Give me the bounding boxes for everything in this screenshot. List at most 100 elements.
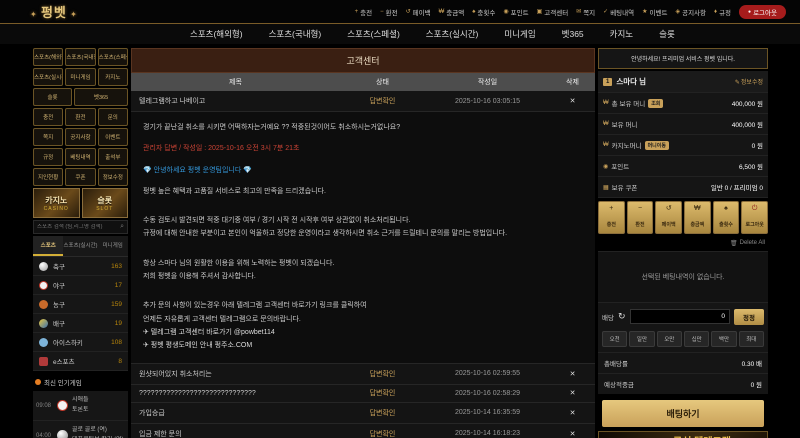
site-logo[interactable]: 펑벳 bbox=[30, 2, 78, 21]
topbar-link-charge-count[interactable]: ♠충횟수 bbox=[472, 7, 495, 17]
delete-icon[interactable]: ✕ bbox=[550, 389, 595, 397]
refresh-icon[interactable]: ↻ bbox=[618, 311, 626, 322]
inquiry-title[interactable]: ?????????????????????????????? bbox=[131, 385, 340, 402]
side-btn-sports-domestic[interactable]: 스포츠(국내형) bbox=[65, 48, 95, 66]
nav-sports-special[interactable]: 스포츠(스페셜) bbox=[347, 28, 400, 40]
topbar-link-points[interactable]: ◉포인트 bbox=[503, 7, 528, 17]
tab-sports[interactable]: 스포츠 bbox=[33, 236, 63, 256]
amount-5000-button[interactable]: 오천 bbox=[602, 331, 627, 347]
side-btn-bet365[interactable]: 벳365 bbox=[74, 88, 128, 106]
lookup-badge[interactable]: 조회 bbox=[648, 99, 663, 108]
side-btn-bet-history[interactable]: 베팅내역 bbox=[65, 148, 95, 166]
side-btn-inquiry[interactable]: 문의 bbox=[98, 108, 128, 126]
topbar-link-withdraw[interactable]: −환전 bbox=[380, 7, 397, 17]
nav-sports-live[interactable]: 스포츠(실시간) bbox=[426, 28, 479, 40]
side-btn-sports-overseas[interactable]: 스포츠(해외형) bbox=[33, 48, 63, 66]
logout-button[interactable]: 로그아웃 bbox=[739, 5, 786, 19]
deposit-button[interactable]: +충전 bbox=[598, 201, 625, 234]
amount-10000-button[interactable]: 일만 bbox=[629, 331, 654, 347]
amount-max-button[interactable]: 최대 bbox=[739, 331, 764, 347]
withdraw-count-button[interactable]: ♠출횟수 bbox=[713, 201, 740, 234]
amount-reset-button[interactable]: 정정 bbox=[734, 309, 764, 325]
amount-100000-button[interactable]: 십만 bbox=[684, 331, 709, 347]
side-btn-slot[interactable]: 슬롯 bbox=[33, 88, 72, 106]
nav-sports-domestic[interactable]: 스포츠(국내형) bbox=[269, 28, 322, 40]
money-value: 6,500 원 bbox=[739, 161, 763, 171]
sport-item-icehockey[interactable]: 아이스하키 108 bbox=[33, 333, 128, 352]
side-btn-notices[interactable]: 공지사항 bbox=[65, 128, 95, 146]
match-item[interactable]: 04:00 콜로 콜로 (여) 데포르티보 칼리 (여) bbox=[33, 421, 128, 438]
nav-bet365[interactable]: 벳365 bbox=[562, 28, 584, 40]
side-btn-sports-live[interactable]: 스포츠(실시간) bbox=[33, 68, 63, 86]
side-btn-events[interactable]: 이벤트 bbox=[98, 128, 128, 146]
topbar-link-deposit[interactable]: +충전 bbox=[355, 7, 372, 17]
delete-icon[interactable]: ✕ bbox=[550, 409, 595, 417]
tab-sports-live[interactable]: 스포츠(실시간) bbox=[63, 236, 97, 256]
bet-amount-input[interactable] bbox=[630, 309, 731, 324]
side-btn-casino[interactable]: 카지노 bbox=[98, 68, 128, 86]
banner-title: 공식 텔레그램 bbox=[643, 433, 761, 438]
side-btn-coupons[interactable]: 쿠폰 bbox=[65, 168, 95, 186]
inquiry-title[interactable]: 가입승급 bbox=[131, 403, 340, 423]
side-btn-attendance[interactable]: 출석부 bbox=[98, 148, 128, 166]
side-btn-minigame[interactable]: 미니게임 bbox=[65, 68, 95, 86]
amount-50000-button[interactable]: 오만 bbox=[657, 331, 682, 347]
sport-name: 아이스하키 bbox=[53, 337, 111, 347]
place-bet-button[interactable]: 배팅하기 bbox=[602, 400, 764, 427]
telegram-link[interactable]: ✈ 텔레그램 고객센터 바로가기 @powbet114 bbox=[143, 326, 583, 339]
withdraw-button[interactable]: −환전 bbox=[627, 201, 654, 234]
sports-search-input[interactable] bbox=[37, 224, 120, 230]
charge-amount-button[interactable]: ₩충금액 bbox=[684, 201, 711, 234]
delete-icon[interactable]: ✕ bbox=[550, 370, 595, 378]
topbar-label: 환전 bbox=[386, 7, 398, 17]
nav-sports-overseas[interactable]: 스포츠(해외형) bbox=[190, 28, 243, 40]
amount-1000000-button[interactable]: 백만 bbox=[711, 331, 736, 347]
side-btn-deposit[interactable]: 충전 bbox=[33, 108, 63, 126]
side-btn-referrals[interactable]: 지인현황 bbox=[33, 168, 63, 186]
delete-icon[interactable]: ✕ bbox=[550, 97, 595, 105]
payback-button[interactable]: ↺페이백 bbox=[655, 201, 682, 234]
inquiry-title[interactable]: 텔레그램하고 나베이고 bbox=[131, 91, 340, 111]
topbar-link-notices[interactable]: ◈공지사항 bbox=[675, 7, 706, 17]
topbar-link-support[interactable]: ▣고객센터 bbox=[537, 7, 569, 17]
side-btn-profile-edit[interactable]: 정보수정 bbox=[98, 168, 128, 186]
sport-item-baseball[interactable]: 야구 17 bbox=[33, 276, 128, 295]
slot-banner[interactable]: 슬롯 SLOT bbox=[82, 188, 129, 218]
sport-item-basketball[interactable]: 농구 159 bbox=[33, 295, 128, 314]
nav-minigame[interactable]: 미니게임 bbox=[504, 28, 535, 40]
topbar-label: 공지사항 bbox=[682, 7, 706, 17]
topbar-link-messages[interactable]: ✉쪽지 bbox=[576, 7, 595, 17]
inquiry-title[interactable]: 원샷되어있지 취소처리는 bbox=[131, 364, 340, 384]
sport-item-esports[interactable]: e스포츠 8 bbox=[33, 352, 128, 371]
side-btn-messages[interactable]: 쪽지 bbox=[33, 128, 63, 146]
logout-button[interactable]: ⏻로그아웃 bbox=[741, 201, 768, 234]
profile-edit-link[interactable]: ✎정보수정 bbox=[735, 77, 763, 86]
casino-banner[interactable]: 카지노 CASINO bbox=[33, 188, 80, 218]
domain-link[interactable]: ✈ 펑벳 평생도메인 안내 펑주소.COM bbox=[143, 339, 583, 352]
tab-minigame[interactable]: 미니게임 bbox=[98, 236, 128, 256]
sport-item-soccer[interactable]: 축구 163 bbox=[33, 257, 128, 276]
delete-icon[interactable]: ✕ bbox=[550, 430, 595, 438]
slip-delete-all[interactable]: 🗑 Delete All bbox=[598, 236, 768, 252]
money-label: 카지노머니 bbox=[612, 140, 642, 150]
side-btn-withdraw[interactable]: 환전 bbox=[65, 108, 95, 126]
topbar-link-events[interactable]: ★이벤트 bbox=[642, 7, 667, 17]
side-btn-rules[interactable]: 규정 bbox=[33, 148, 63, 166]
match-item[interactable]: 09:08 시애틀 토론토 bbox=[33, 391, 128, 421]
money-move-badge[interactable]: 머니이동 bbox=[645, 141, 669, 150]
inquiry-title[interactable]: 입금 제한 문의 bbox=[131, 424, 340, 438]
topbar-link-payback[interactable]: ↺페이백 bbox=[406, 7, 431, 17]
nav-slot[interactable]: 슬롯 bbox=[659, 28, 675, 40]
event-icon: ★ bbox=[642, 8, 647, 15]
topbar-link-rules[interactable]: ♦규정 bbox=[714, 7, 731, 17]
match-time: 04:00 bbox=[36, 433, 53, 438]
search-icon[interactable]: ⌕ bbox=[120, 223, 124, 231]
slip-delete-all-label: Delete All bbox=[740, 240, 765, 246]
topbar-link-bet-history[interactable]: ✓베팅내역 bbox=[603, 7, 634, 17]
side-btn-sports-special[interactable]: 스포츠(스페셜) bbox=[98, 48, 128, 66]
topbar-link-charge-amount[interactable]: ₩충금액 bbox=[439, 7, 465, 17]
official-telegram-banner[interactable]: ➤ 공식 텔레그램 해당계정 외 문의 피싱은 사절입니다 클릭 시 텔레그램 … bbox=[598, 431, 768, 438]
sport-count: 19 bbox=[115, 320, 122, 327]
sport-item-volleyball[interactable]: 배구 19 bbox=[33, 314, 128, 333]
nav-casino[interactable]: 카지노 bbox=[610, 28, 633, 40]
